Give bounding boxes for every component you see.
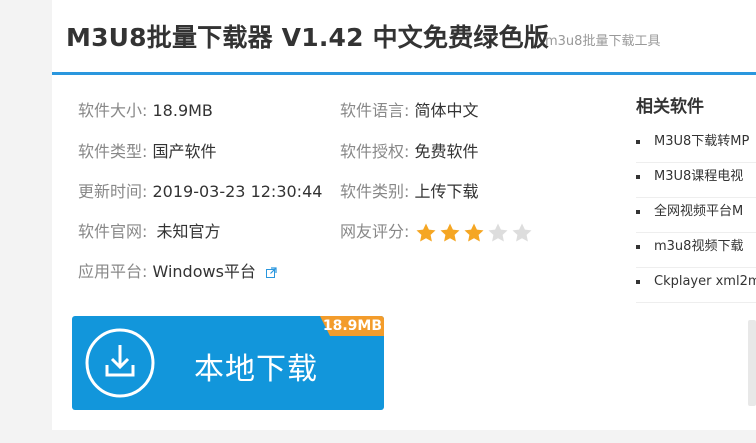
download-arrow-icon (84, 327, 156, 399)
bullet-icon (636, 139, 640, 144)
page-subtitle: m3u8批量下载工具 (545, 34, 661, 49)
info-platform: 应用平台: Windows平台 (78, 260, 277, 284)
bullet-icon (636, 244, 640, 249)
bullet-icon (636, 209, 640, 214)
related-item-label: m3u8视频下载 (654, 239, 744, 254)
info-category-label: 软件类别: (340, 182, 410, 201)
info-language-label: 软件语言: (340, 101, 410, 120)
info-size-label: 软件大小: (78, 101, 148, 120)
info-category-value: 上传下载 (414, 182, 479, 201)
size-badge: 18.9MB (320, 316, 384, 336)
info-platform-label: 应用平台: (78, 262, 148, 281)
related-item-label: M3U8下载转MP (654, 134, 750, 149)
page-header: M3U8批量下载器 V1.42 中文免费绿色版 m3u8批量下载工具 (52, 0, 756, 72)
info-updated-value: 2019-03-23 12:30:44 (152, 182, 323, 201)
info-category: 软件类别: 上传下载 (340, 180, 479, 204)
info-website-value[interactable]: 未知官方 (157, 222, 221, 241)
size-badge-text: 18.9MB (322, 318, 382, 334)
info-rating: 网友评分: (340, 220, 535, 244)
download-label: 本地下载 (194, 352, 318, 387)
related-item[interactable]: m3u8视频下载 (636, 233, 756, 268)
related-list: M3U8下载转MP M3U8课程电视 全网视频平台M m3u8视频下载 Ckplayer… (636, 128, 756, 303)
star-filled-icon (439, 222, 461, 244)
bullet-icon (636, 174, 640, 179)
info-size-value: 18.9MB (152, 101, 213, 120)
info-language: 软件语言: 简体中文 (340, 99, 479, 123)
info-website-label: 软件官网: (78, 222, 148, 241)
info-updated-label: 更新时间: (78, 182, 148, 201)
info-type: 软件类型: 国产软件 (78, 140, 217, 164)
info-license: 软件授权: 免费软件 (340, 140, 479, 164)
related-title: 相关软件 (636, 97, 704, 117)
related-item[interactable]: Ckplayer xml2m (636, 268, 756, 303)
star-filled-icon (415, 222, 437, 244)
rating-stars (415, 221, 535, 245)
related-software-panel: 相关软件 M3U8下载转MP M3U8课程电视 全网视频平台M m3u8视频下载 Ckp… (618, 80, 756, 430)
page-title: M3U8批量下载器 V1.42 中文免费绿色版 (66, 23, 550, 52)
related-item[interactable]: 全网视频平台M (636, 198, 756, 233)
info-rating-label: 网友评分: (340, 222, 410, 241)
info-type-value: 国产软件 (152, 142, 217, 161)
scrollbar-thumb[interactable] (748, 320, 756, 406)
info-website: 软件官网: 未知官方 (78, 220, 221, 244)
related-item[interactable]: M3U8课程电视 (636, 163, 756, 198)
star-empty-icon (487, 222, 509, 244)
star-filled-icon (463, 222, 485, 244)
related-item-label: Ckplayer xml2m (654, 274, 756, 289)
info-updated: 更新时间: 2019-03-23 12:30:44 (78, 180, 322, 204)
info-platform-value: Windows平台 (152, 262, 256, 281)
bullet-icon (636, 279, 640, 284)
external-link-icon[interactable] (266, 261, 277, 278)
local-download-button[interactable]: 本地下载 18.9MB (72, 316, 384, 410)
related-item-label: 全网视频平台M (654, 204, 744, 219)
info-language-value: 简体中文 (414, 101, 479, 120)
star-empty-icon (511, 222, 533, 244)
related-item[interactable]: M3U8下载转MP (636, 128, 756, 163)
info-license-label: 软件授权: (340, 142, 410, 161)
info-size: 软件大小: 18.9MB (78, 99, 213, 123)
info-license-value: 免费软件 (414, 142, 479, 161)
related-item-label: M3U8课程电视 (654, 169, 744, 184)
info-type-label: 软件类型: (78, 142, 148, 161)
